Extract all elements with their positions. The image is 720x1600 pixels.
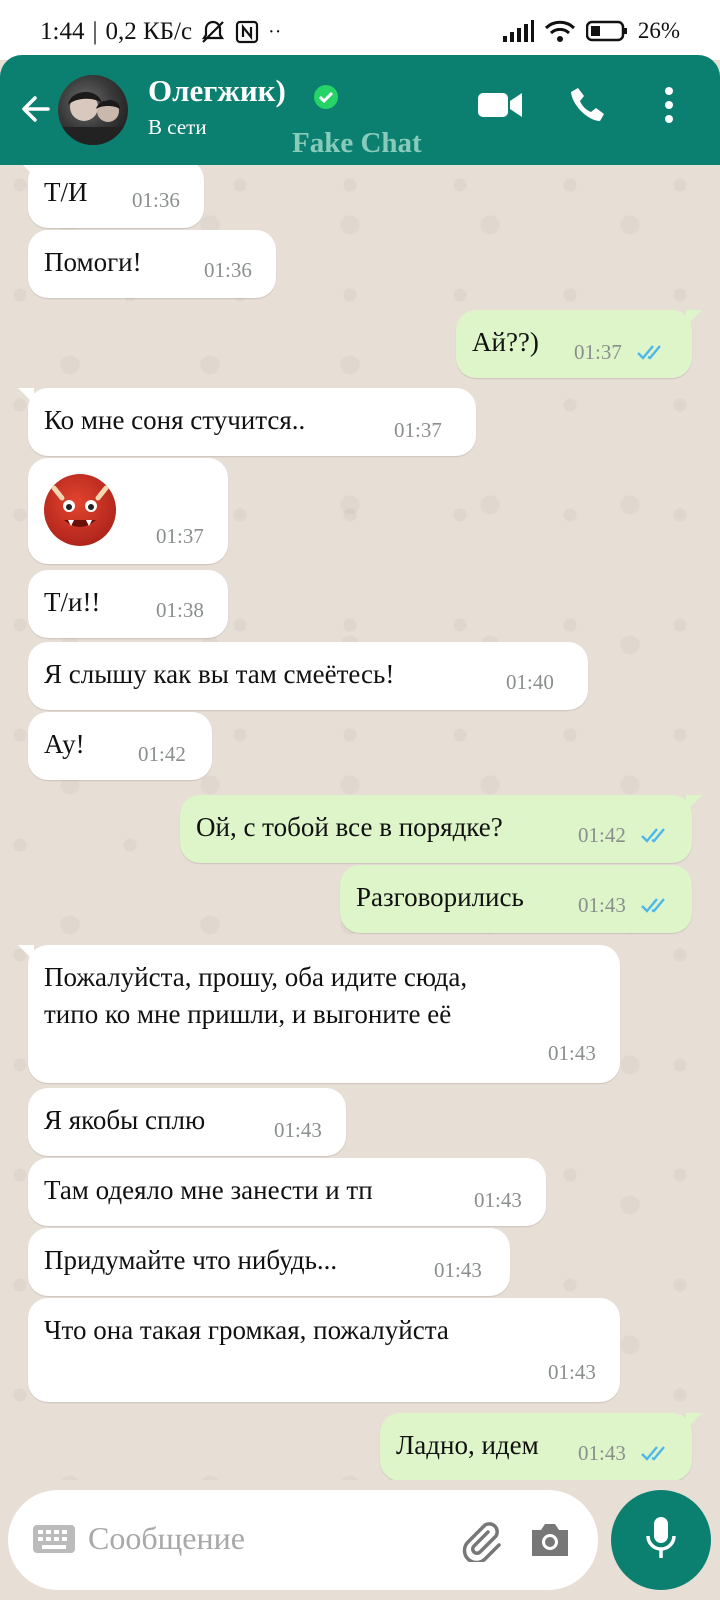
bubble-tail: [18, 945, 34, 961]
message-time: 01:37: [394, 418, 442, 442]
wifi-icon: [544, 19, 576, 43]
message-time: 01:43: [548, 1041, 596, 1065]
video-call-icon[interactable]: [476, 85, 524, 125]
message-bubble-in[interactable]: Пожалуйста, прошу, оба идите сюда, типо …: [18, 945, 620, 1083]
keyboard-icon[interactable]: [32, 1524, 76, 1559]
message-bubble-in[interactable]: Ау! 01:42: [28, 712, 212, 780]
ogre-emoji: [44, 474, 116, 546]
message-time: 01:43: [434, 1258, 482, 1282]
message-bubble-in[interactable]: Придумайте что нибудь... 01:43: [28, 1228, 510, 1296]
message-time: 01:42: [578, 823, 626, 847]
message-bubble-in[interactable]: Т/И 01:36: [18, 165, 204, 228]
message-text: Я якобы сплю: [44, 1105, 206, 1135]
message-bubble-in[interactable]: Т/и!! 01:38: [28, 570, 228, 638]
message-bubble-out[interactable]: Ладно, идем 01:43: [380, 1413, 702, 1480]
status-bar: 1:44 | 0,2 КБ/с ·· 26%: [0, 0, 720, 60]
message-time: 01:42: [138, 742, 186, 766]
message-bubble-out[interactable]: Ой, с тобой все в порядке? 01:42: [180, 795, 702, 863]
nfc-icon: [234, 19, 260, 45]
message-bubble-in[interactable]: Я слышу как вы там смеётесь! 01:40: [28, 642, 588, 710]
bubble-tail: [686, 795, 702, 811]
message-time: 01:43: [548, 1360, 596, 1384]
message-input-bar: Сообщение: [8, 1490, 598, 1590]
phone-icon[interactable]: [568, 85, 608, 125]
message-time: 01:37: [156, 524, 204, 548]
message-text: Разговорились: [356, 882, 524, 912]
read-ticks-icon: [640, 1443, 670, 1468]
camera-icon[interactable]: [528, 1520, 572, 1565]
message-time: 01:43: [274, 1118, 322, 1142]
message-text: Пожалуйста, прошу, оба идите сюда, типо …: [44, 962, 468, 1029]
mute-bell-icon: [200, 19, 226, 45]
message-time: 01:43: [474, 1188, 522, 1212]
message-bubble-in[interactable]: Помоги! 01:36: [28, 230, 276, 298]
mic-icon: [641, 1514, 681, 1567]
message-text: Что она такая громкая, пожалуйста: [44, 1315, 449, 1345]
mic-button[interactable]: [611, 1490, 711, 1590]
message-text: Помоги!: [44, 247, 142, 277]
message-text: Ой, с тобой все в порядке?: [196, 812, 503, 842]
message-time: 01:43: [578, 1441, 626, 1465]
contact-name[interactable]: Олегжик): [148, 73, 286, 109]
attach-icon[interactable]: [458, 1518, 502, 1567]
message-bubble-in[interactable]: Ко мне соня стучится.. 01:37: [18, 388, 476, 456]
message-text: Я слышу как вы там смеётесь!: [44, 659, 395, 689]
message-bubble-in[interactable]: Там одеяло мне занести и тп 01:43: [28, 1158, 546, 1226]
message-input[interactable]: Сообщение: [88, 1520, 245, 1557]
message-text: Там одеяло мне занести и тп: [44, 1175, 373, 1205]
message-time: 01:36: [204, 258, 252, 282]
read-ticks-icon: [636, 342, 666, 367]
bubble-tail: [686, 1413, 702, 1429]
message-text: Ау!: [44, 729, 85, 759]
message-text: Ко мне соня стучится..: [44, 405, 306, 435]
read-ticks-icon: [640, 825, 670, 850]
message-bubble-in[interactable]: 01:37: [28, 458, 228, 564]
message-time: 01:37: [574, 340, 622, 364]
bubble-tail: [18, 388, 34, 404]
bubble-tail: [686, 310, 702, 326]
message-text: Придумайте что нибудь...: [44, 1245, 338, 1275]
watermark: Fake Chat: [292, 127, 422, 159]
read-ticks-icon: [640, 895, 670, 920]
bubble-tail: [18, 165, 34, 176]
message-bubble-in[interactable]: Я якобы сплю 01:43: [28, 1088, 346, 1156]
verified-icon: [312, 83, 340, 116]
message-text: Т/И: [44, 177, 88, 207]
chat-header: Олегжик) В сети Fake Chat: [0, 55, 720, 165]
battery-icon: [585, 20, 628, 42]
message-bubble-out[interactable]: Ай??) 01:37: [456, 310, 702, 378]
message-time: 01:43: [578, 893, 626, 917]
menu-dots-icon[interactable]: [662, 85, 676, 125]
chat-area[interactable]: Т/И 01:36 Помоги! 01:36 Ай??) 01:37 Ко мне сон…: [0, 165, 720, 1480]
message-bubble-in[interactable]: Что она такая громкая, пожалуйста 01:43: [28, 1298, 620, 1402]
message-text: Ай??): [472, 327, 539, 357]
message-time: 01:38: [156, 598, 204, 622]
message-time: 01:36: [132, 188, 180, 212]
back-arrow-icon[interactable]: [16, 89, 56, 129]
message-time: 01:40: [506, 670, 554, 694]
avatar[interactable]: [58, 75, 128, 145]
message-text: Т/и!!: [44, 587, 101, 617]
status-time: 1:44: [40, 18, 85, 45]
online-status: В сети: [148, 115, 207, 139]
network-speed: 0,2 КБ/с: [105, 18, 193, 45]
message-text: Ладно, идем: [396, 1430, 539, 1460]
signal-icon: [502, 20, 534, 42]
message-bubble-out[interactable]: Разговорились 01:43: [340, 865, 692, 933]
battery-level: 26%: [637, 18, 680, 43]
